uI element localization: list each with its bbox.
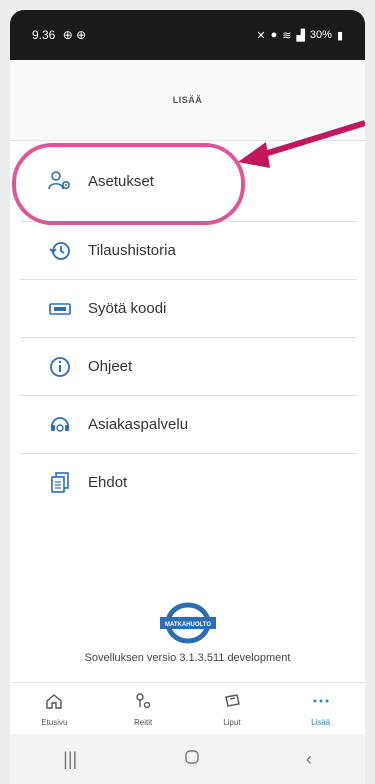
- back-icon[interactable]: ‹: [306, 749, 312, 770]
- system-nav-bar: ||| ‹: [10, 734, 365, 784]
- menu-item-label: Asetukset: [88, 172, 154, 190]
- tab-home[interactable]: Etusivu: [10, 683, 99, 735]
- tab-label: Lisää: [311, 717, 331, 727]
- history-icon: [48, 239, 72, 263]
- tab-routes[interactable]: Reitit: [99, 683, 188, 735]
- menu-item-settings[interactable]: Asetukset: [20, 141, 357, 222]
- matkahuolto-logo: MATKAHUOLTO: [160, 602, 216, 649]
- tab-tickets[interactable]: Liput: [188, 683, 277, 735]
- tab-more[interactable]: Lisää: [276, 683, 365, 735]
- menu-item-terms[interactable]: Ehdot: [20, 454, 357, 511]
- bottom-tab-bar: Etusivu Reitit Liput Lisää: [10, 682, 365, 735]
- menu-item-label: Tilaushistoria: [88, 242, 176, 259]
- tab-label: Liput: [223, 717, 241, 727]
- status-time: 9.36: [32, 28, 56, 42]
- signal-icon: ▟: [296, 29, 305, 42]
- headset-icon: [48, 413, 72, 437]
- menu-item-customer-service[interactable]: Asiakaspalvelu: [20, 396, 357, 454]
- menu-item-order-history[interactable]: Tilaushistoria: [20, 222, 357, 280]
- status-bar: 9.36 ⊕ ⊕ ✕ ● ≋ ▟ 30% ▮: [10, 10, 365, 60]
- mute-icon: ✕: [256, 29, 266, 42]
- page-header: LISÄÄ: [10, 60, 365, 141]
- menu-item-instructions[interactable]: Ohjeet: [20, 338, 357, 396]
- status-right: ✕ ● ≋ ▟ 30% ▮: [256, 29, 343, 42]
- documents-icon: [48, 471, 72, 495]
- location-icon: ●: [270, 29, 278, 41]
- tab-label: Reitit: [134, 717, 153, 727]
- tab-label: Etusivu: [41, 717, 68, 727]
- menu-list: Asetukset Tilaushistoria Syötä koodi Ohj…: [10, 141, 365, 511]
- home-icon: [45, 692, 63, 715]
- user-settings-icon: [48, 169, 72, 193]
- status-left: 9.36 ⊕ ⊕: [32, 28, 86, 42]
- menu-item-label: Ohjeet: [88, 358, 133, 375]
- battery-icon: ▮: [336, 29, 343, 42]
- route-pin-icon: [134, 692, 152, 715]
- app-version: Sovelluksen versio 3.1.3.511 development: [84, 652, 291, 664]
- menu-item-enter-code[interactable]: Syötä koodi: [20, 280, 357, 338]
- info-icon: [48, 355, 72, 379]
- ticket-icon: [223, 692, 241, 715]
- battery-level: 30%: [309, 29, 332, 41]
- notification-icons: ⊕ ⊕: [62, 28, 87, 42]
- menu-item-label: Ehdot: [88, 474, 128, 491]
- ticket-code-icon: [48, 297, 72, 321]
- menu-item-label: Syötä koodi: [88, 300, 167, 317]
- recent-apps-icon[interactable]: |||: [63, 749, 77, 770]
- more-dots-icon: [312, 692, 330, 715]
- phone-screen: 9.36 ⊕ ⊕ ✕ ● ≋ ▟ 30% ▮ LISÄÄ Asetukset T…: [10, 10, 365, 784]
- home-button-icon[interactable]: [184, 749, 200, 770]
- page-title: LISÄÄ: [172, 95, 203, 105]
- wifi-icon: ≋: [282, 29, 292, 42]
- menu-item-label: Asiakaspalvelu: [88, 416, 189, 433]
- logo-text: MATKAHUOLTO: [165, 622, 211, 628]
